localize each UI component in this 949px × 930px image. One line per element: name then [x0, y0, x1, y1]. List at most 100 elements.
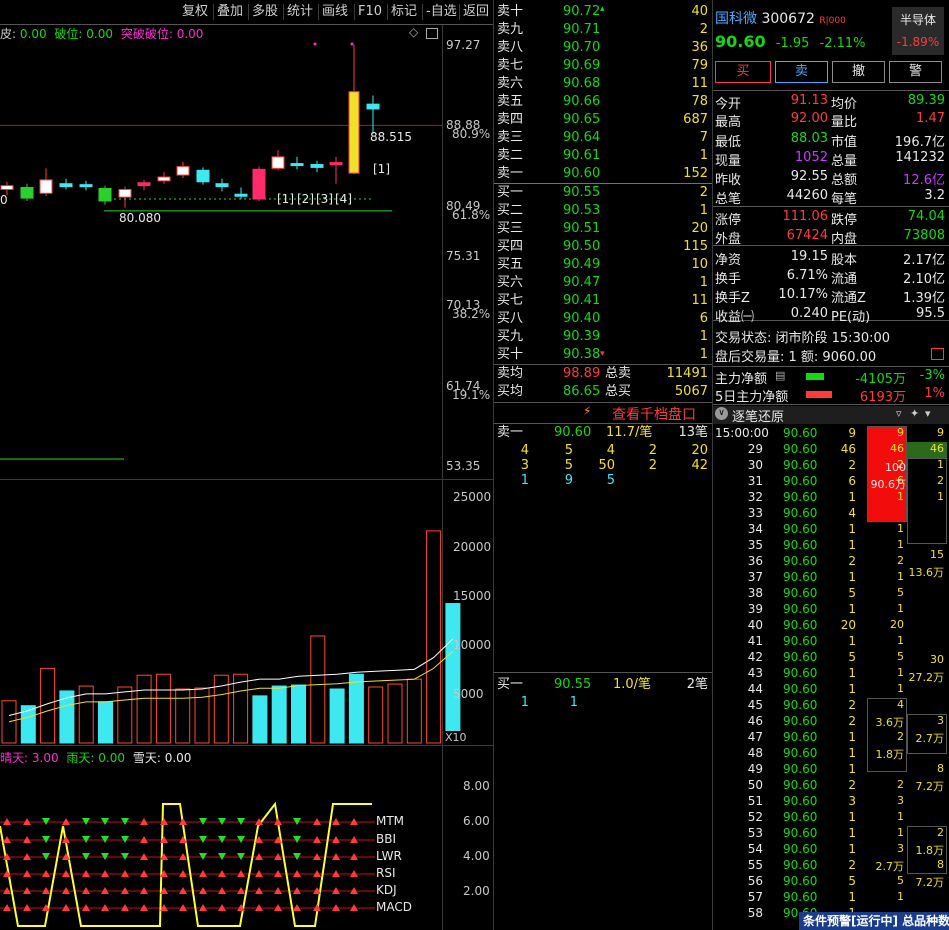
tick-col2: 1	[897, 522, 904, 535]
ask-label: 卖六	[497, 76, 524, 91]
stat-label: 股本	[831, 253, 858, 268]
stat-value: 3.2	[924, 188, 945, 203]
tick-volume: 2	[848, 458, 856, 472]
signal-mark: [1]	[277, 192, 294, 206]
avg-ask-label: 卖均	[497, 366, 524, 381]
bid-price: 90.47	[563, 275, 601, 290]
bid-label: 买三	[497, 221, 524, 236]
stat-label: 量比	[831, 115, 858, 130]
volume-tick: 20000	[453, 539, 492, 554]
stock-name: 国科微	[715, 11, 757, 27]
sector-box[interactable]: 半导体 -1.89%	[892, 7, 944, 55]
tick-group-box	[867, 426, 907, 522]
tick-volume: 2	[848, 778, 856, 792]
volume-tick: 15000	[453, 588, 492, 603]
tick-time: 56	[747, 874, 763, 888]
stat-value: 1.39亿	[903, 291, 945, 306]
buy-button[interactable]: 买	[715, 61, 771, 83]
candle-3	[59, 183, 73, 188]
stat-label: 收益㈠	[715, 310, 755, 325]
total-ask-label: 总卖	[605, 366, 632, 381]
bid-price: 90.53	[563, 203, 601, 218]
ask-price: 90.71	[563, 22, 601, 37]
stat-value: 92.00	[790, 111, 828, 126]
tick-time: 55	[747, 858, 763, 872]
flow-bar	[806, 373, 824, 380]
bid-label: 买六	[497, 275, 524, 290]
queue-order: 1	[520, 473, 529, 488]
bottom-tick: 8.00	[463, 779, 490, 793]
signal-label-kdj: KDJ	[376, 883, 397, 897]
tick-col3: 7.2万	[915, 780, 945, 793]
table-icon[interactable]: ▤	[775, 369, 785, 382]
flow-value: -4105万	[855, 372, 906, 387]
cancel-button[interactable]: 撤	[832, 61, 885, 83]
ask-volume: 152	[683, 166, 708, 181]
bid-volume: 2	[699, 185, 708, 200]
volume-bar-20	[387, 683, 403, 744]
tick-volume: 6	[848, 474, 856, 488]
bid-price: 90.41	[563, 293, 601, 308]
ask-price: 90.61	[563, 148, 601, 163]
tick-time: 37	[747, 570, 763, 584]
ask-label: 卖四	[497, 112, 524, 127]
after-hours-icon[interactable]	[931, 348, 944, 360]
volume-bar-19	[368, 686, 384, 744]
tick-time: 42	[747, 650, 763, 664]
tick-settings-icon[interactable]: ✦	[910, 407, 919, 420]
tick-volume: 20	[840, 618, 856, 632]
ask-volume: 11	[691, 76, 708, 91]
stat-label: 跌停	[831, 213, 858, 228]
stock-code: 300672	[761, 11, 815, 27]
collapse-icon[interactable]: ∨	[715, 407, 728, 420]
tick-time: 34	[747, 522, 763, 536]
thousand-depth-link[interactable]: 查看千档盘口	[612, 404, 696, 424]
tick-col2: 3	[897, 794, 904, 807]
alert-button[interactable]: 警	[889, 61, 942, 83]
tick-side-w: 13.6万	[908, 566, 945, 579]
signal-label-bbi: BBI	[376, 832, 397, 846]
volume-bar-0	[1, 700, 17, 744]
stat-value: 2.10亿	[903, 272, 945, 287]
stock-header: 国科微 300672 R|000	[715, 8, 846, 28]
stat-label: 今开	[715, 97, 742, 112]
candle-10	[196, 169, 210, 183]
bid-label: 买二	[497, 203, 524, 218]
candle-19	[366, 103, 380, 110]
tick-volume: 1	[848, 810, 856, 824]
ask-label: 卖七	[497, 58, 524, 73]
tick-price: 90.60	[783, 890, 818, 904]
tick-group-box	[907, 458, 947, 544]
sell-button[interactable]: 卖	[775, 61, 828, 83]
bind-b-label: 雨天:	[66, 751, 95, 765]
queue-ask1-label: 卖一	[497, 425, 524, 440]
tick-price: 90.60	[783, 826, 818, 840]
stat-label: 均价	[831, 97, 858, 112]
stat-value: 92.55	[790, 169, 828, 184]
signal-mark: [2]	[297, 192, 314, 206]
tick-price: 90.60	[783, 746, 818, 760]
signal-label-rsi: RSI	[376, 866, 396, 880]
queue-ask1-each: 11.7/笔	[606, 425, 653, 440]
tick-col2: 2.7万	[875, 860, 905, 873]
volume-bar-23	[445, 603, 461, 744]
ask-volume: 40	[691, 4, 708, 19]
bid-volume: 6	[699, 311, 708, 326]
tick-time: 43	[747, 666, 763, 680]
bottom-indicator-header: 晴天: 3.00 雨天: 0.00 雪天: 0.00	[0, 749, 191, 766]
bid-volume: 10	[691, 257, 708, 272]
signal-dot	[350, 42, 354, 46]
ask-price: 90.68	[563, 76, 601, 91]
sort-icon[interactable]: ▾	[925, 407, 931, 420]
tick-price: 90.60	[783, 698, 818, 712]
stat-value: 1.47	[916, 111, 945, 126]
stat-label: 市值	[831, 135, 858, 150]
tick-price: 90.60	[783, 618, 818, 632]
tick-time: 49	[747, 762, 763, 776]
volume-bar-18	[348, 673, 364, 744]
price-tick: 75.31	[446, 248, 481, 263]
tick-col2: 1	[897, 538, 904, 551]
tick-price: 90.60	[783, 666, 818, 680]
filter-icon[interactable]: ▿	[896, 407, 902, 420]
bid-label: 买八	[497, 311, 524, 326]
